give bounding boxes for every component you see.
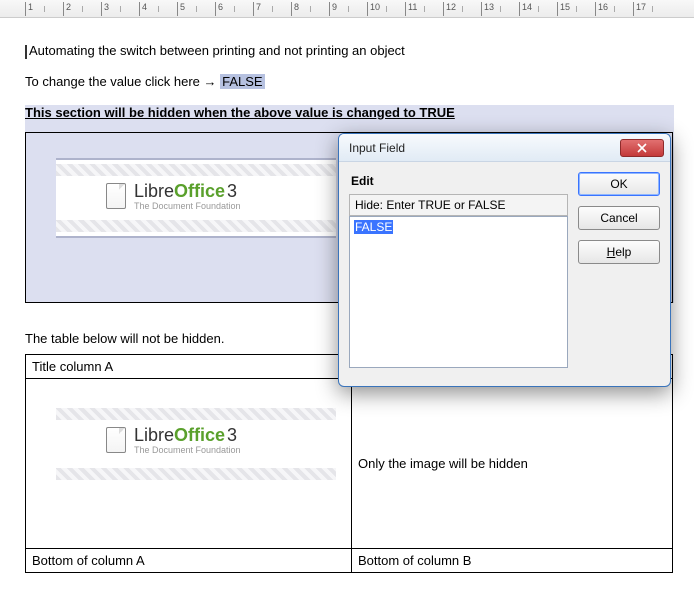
ruler-minor-tick xyxy=(386,6,387,12)
instruction-text: To change the value click here xyxy=(25,74,204,89)
dialog-title: Input Field xyxy=(349,141,620,155)
ruler-tick: 17 xyxy=(633,2,646,16)
close-icon xyxy=(637,143,647,153)
ruler-tick: 16 xyxy=(595,2,608,16)
ruler-tick: 2 xyxy=(63,2,71,16)
cancel-button[interactable]: Cancel xyxy=(578,206,660,230)
arrow-icon: → xyxy=(204,74,217,89)
ruler-tick: 10 xyxy=(367,2,380,16)
ruler-tick: 1 xyxy=(25,2,33,16)
ruler-minor-tick xyxy=(424,6,425,12)
ruler-minor-tick xyxy=(576,6,577,12)
logo-word: Office xyxy=(174,425,225,445)
ruler-minor-tick xyxy=(614,6,615,12)
decorative-pattern xyxy=(56,164,336,176)
document-icon xyxy=(106,427,126,453)
ruler-minor-tick xyxy=(272,6,273,12)
document-icon xyxy=(106,183,126,209)
ruler-tick: 5 xyxy=(177,2,185,16)
logo-word: Libre xyxy=(134,425,174,445)
logo-subtitle: The Document Foundation xyxy=(134,202,241,211)
ruler-tick: 7 xyxy=(253,2,261,16)
libreoffice-logo: LibreOffice3 The Document Foundation xyxy=(106,426,241,455)
ruler-tick: 9 xyxy=(329,2,337,16)
paragraph-title: Automating the switch between printing a… xyxy=(25,43,674,60)
help-label-rest: elp xyxy=(615,245,631,259)
ruler-minor-tick xyxy=(82,6,83,12)
logo-image-frame[interactable]: LibreOffice3 The Document Foundation xyxy=(56,158,336,238)
input-field-reference[interactable]: FALSE xyxy=(220,74,264,89)
ruler-minor-tick xyxy=(44,6,45,12)
table-footer-a: Bottom of column A xyxy=(26,548,352,572)
ruler-tick: 12 xyxy=(443,2,456,16)
ruler-tick: 4 xyxy=(139,2,147,16)
ruler-tick: 8 xyxy=(291,2,299,16)
logo-word: Office xyxy=(174,181,225,201)
table-header-a: Title column A xyxy=(26,354,352,378)
ruler-minor-tick xyxy=(462,6,463,12)
dialog-titlebar[interactable]: Input Field xyxy=(339,134,670,162)
ruler-minor-tick xyxy=(234,6,235,12)
ruler-minor-tick xyxy=(652,6,653,12)
horizontal-ruler: 1234567891011121314151617 xyxy=(0,0,694,18)
ruler-tick: 11 xyxy=(405,2,417,16)
decorative-pattern xyxy=(56,468,336,480)
ruler-minor-tick xyxy=(158,6,159,12)
input-field-dialog: Input Field Edit Hide: Enter TRUE or FAL… xyxy=(338,133,671,387)
logo-word: Libre xyxy=(134,181,174,201)
paragraph-instruction: To change the value click here → FALSE xyxy=(25,74,674,91)
paragraph-title-text: Automating the switch between printing a… xyxy=(29,43,405,58)
ok-button[interactable]: OK xyxy=(578,172,660,196)
ruler-tick: 13 xyxy=(481,2,494,16)
field-value-input[interactable]: FALSE xyxy=(349,216,568,368)
logo-subtitle: The Document Foundation xyxy=(134,446,241,455)
table-footer-b: Bottom of column B xyxy=(352,548,673,572)
decorative-pattern xyxy=(56,220,336,232)
logo-version: 3 xyxy=(227,181,237,201)
logo-version: 3 xyxy=(227,425,237,445)
table-cell-note: Only the image will be hidden xyxy=(352,378,673,548)
libreoffice-logo: LibreOffice3 The Document Foundation xyxy=(106,182,241,211)
ruler-minor-tick xyxy=(196,6,197,12)
edit-label: Edit xyxy=(351,174,568,188)
ruler-minor-tick xyxy=(348,6,349,12)
ruler-tick: 6 xyxy=(215,2,223,16)
selected-text: FALSE xyxy=(354,220,393,234)
ruler-tick: 14 xyxy=(519,2,532,16)
logo-image-frame[interactable]: LibreOffice3 The Document Foundation xyxy=(56,404,336,484)
ruler-minor-tick xyxy=(120,6,121,12)
ruler-tick: 15 xyxy=(557,2,570,16)
ruler-minor-tick xyxy=(538,6,539,12)
help-button[interactable]: Help xyxy=(578,240,660,264)
field-hint: Hide: Enter TRUE or FALSE xyxy=(349,194,568,216)
section-heading: This section will be hidden when the abo… xyxy=(25,105,674,122)
ruler-tick: 3 xyxy=(101,2,109,16)
text-cursor xyxy=(25,45,27,59)
ruler-minor-tick xyxy=(500,6,501,12)
decorative-pattern xyxy=(56,408,336,420)
close-button[interactable] xyxy=(620,139,664,157)
ruler-minor-tick xyxy=(310,6,311,12)
